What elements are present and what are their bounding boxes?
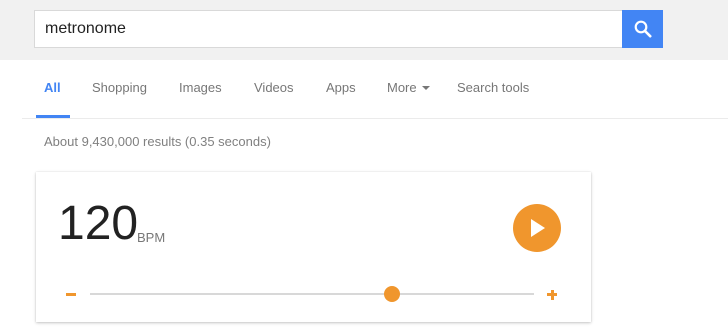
search-tabs: All Shopping Images Videos Apps More Sea… bbox=[0, 60, 728, 118]
tempo-value: 120 bbox=[58, 197, 139, 250]
tab-more-label: More bbox=[387, 80, 417, 95]
tab-shopping[interactable]: Shopping bbox=[92, 60, 147, 118]
tempo-slider-handle[interactable] bbox=[383, 286, 400, 302]
caret-down-icon bbox=[421, 85, 430, 90]
search-input[interactable] bbox=[35, 11, 622, 47]
tab-all[interactable]: All bbox=[44, 60, 61, 118]
tab-images[interactable]: Images bbox=[179, 60, 222, 118]
tempo-slider[interactable] bbox=[90, 286, 534, 302]
tab-apps[interactable]: Apps bbox=[326, 60, 356, 118]
tab-videos[interactable]: Videos bbox=[254, 60, 294, 118]
tabs-divider bbox=[22, 118, 728, 119]
results-count: About 9,430,000 results (0.35 seconds) bbox=[44, 134, 271, 149]
search-box[interactable] bbox=[34, 10, 622, 48]
decrease-tempo-button[interactable] bbox=[64, 284, 78, 304]
tab-search-tools[interactable]: Search tools bbox=[457, 60, 529, 118]
search-icon bbox=[634, 20, 652, 38]
tempo-unit: BPM bbox=[137, 230, 166, 245]
increase-tempo-button[interactable] bbox=[544, 284, 560, 304]
tab-more[interactable]: More bbox=[387, 60, 430, 118]
search-button[interactable] bbox=[622, 10, 663, 48]
play-button[interactable] bbox=[513, 204, 561, 252]
metronome-card: 120 BPM bbox=[36, 172, 591, 322]
play-icon bbox=[531, 219, 545, 237]
